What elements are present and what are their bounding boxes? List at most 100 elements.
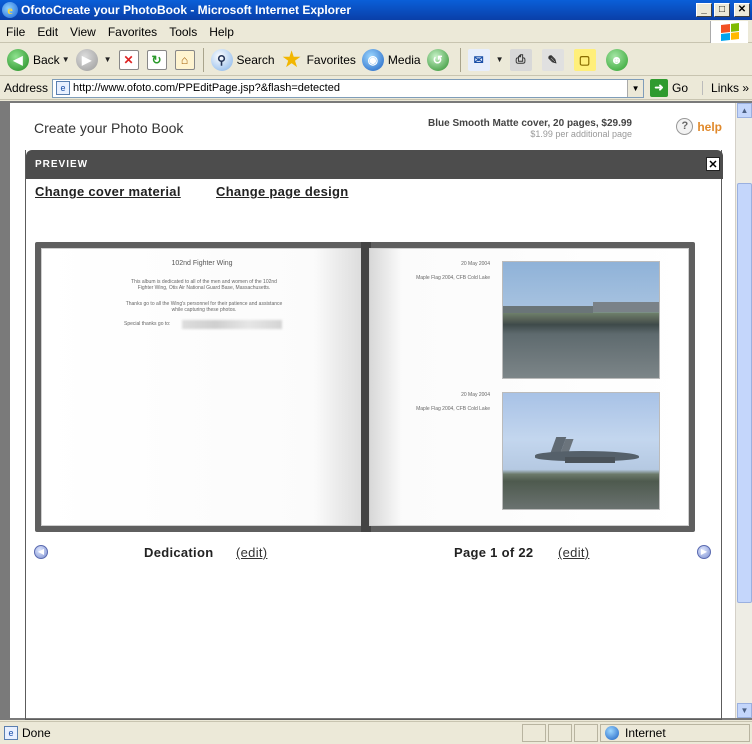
chevron-right-icon: » <box>742 81 750 95</box>
menu-bar: File Edit View Favorites Tools Help <box>0 21 752 43</box>
dedication-page[interactable]: 102nd Fighter Wing This album is dedicat… <box>41 248 363 526</box>
title-bar: e OfotoCreate your PhotoBook - Microsoft… <box>0 0 752 20</box>
back-icon: ◀ <box>7 48 29 71</box>
scroll-up-button[interactable]: ▲ <box>737 103 752 118</box>
chevron-down-icon[interactable]: ▼ <box>104 55 112 64</box>
page-title: Create your Photo Book <box>34 120 184 136</box>
home-button[interactable]: ⌂ <box>174 49 195 70</box>
menu-edit[interactable]: Edit <box>31 25 64 39</box>
left-page-caption: Dedication <box>144 545 214 560</box>
maximize-button[interactable]: □ <box>714 3 730 17</box>
address-input[interactable]: e http://www.ofoto.com/PPEditPage.jsp?&f… <box>52 78 645 98</box>
home-icon: ⌂ <box>180 52 189 67</box>
photo-page[interactable]: 20 May 2004 Maple Flag 2004, CFB Cold La… <box>369 248 689 526</box>
web-page: Create your Photo Book Blue Smooth Matte… <box>10 103 732 720</box>
photo-date: 20 May 2004 <box>461 261 490 267</box>
toolbar-separator <box>459 47 461 72</box>
change-page-design-link[interactable]: Change page design <box>216 184 349 199</box>
windows-logo-icon <box>710 21 748 43</box>
back-label: Back <box>33 52 60 67</box>
standard-toolbar: ◀ Back ▼ ▶ ▼ ✕ ↻ ⌂ ⚲ Search ★ Favorites … <box>0 44 752 76</box>
dedication-paragraph: Thanks go to all the Wing's personnel fo… <box>125 301 283 313</box>
status-cell <box>548 724 572 742</box>
history-button[interactable]: ↺ <box>424 46 456 74</box>
go-button[interactable]: ➜ Go <box>650 79 688 97</box>
photo-book-preview: 102nd Fighter Wing This album is dedicat… <box>35 242 695 532</box>
price-summary: Blue Smooth Matte cover, 20 pages, $29.9… <box>428 118 632 129</box>
help-link[interactable]: ? help <box>676 118 722 135</box>
status-cell <box>522 724 546 742</box>
chevron-down-icon[interactable]: ▼ <box>627 79 644 97</box>
menu-file[interactable]: File <box>0 25 31 39</box>
window-title: OfotoCreate your PhotoBook - Microsoft I… <box>21 3 352 17</box>
search-label: Search <box>236 52 275 67</box>
refresh-icon: ↻ <box>151 52 162 67</box>
media-label: Media <box>387 52 421 67</box>
edit-button[interactable]: ✎ <box>539 46 571 74</box>
chevron-down-icon[interactable]: ▼ <box>62 55 70 64</box>
go-arrow-icon: ➜ <box>650 79 669 97</box>
chevron-down-icon[interactable]: ▼ <box>496 55 504 64</box>
menu-favorites[interactable]: Favorites <box>102 25 163 39</box>
photo-caption: Maple Flag 2004, CFB Cold Lake <box>416 406 490 412</box>
address-label: Address <box>4 81 49 95</box>
stop-icon: ✕ <box>123 52 134 67</box>
address-url[interactable]: http://www.ofoto.com/PPEditPage.jsp?&fla… <box>73 82 627 94</box>
back-button[interactable]: ◀ Back ▼ <box>4 46 73 74</box>
help-label: help <box>697 119 722 134</box>
mail-icon: ✉ <box>467 48 490 71</box>
arrow-right-icon: ▶ <box>700 547 708 556</box>
forward-icon: ▶ <box>75 48 98 71</box>
discuss-button[interactable]: ▢ <box>571 46 603 74</box>
edit-right-page-link[interactable]: (edit) <box>558 545 589 560</box>
arrow-left-icon: ◀ <box>37 547 45 556</box>
history-icon: ↺ <box>426 48 449 71</box>
edit-left-page-link[interactable]: (edit) <box>236 545 267 560</box>
scroll-thumb[interactable] <box>737 183 752 603</box>
additional-page-price: $1.99 per additional page <box>530 129 632 139</box>
discuss-icon: ▢ <box>573 48 596 71</box>
page-icon: e <box>4 726 18 740</box>
preview-header-label: PREVIEW <box>35 159 89 170</box>
previous-page-button[interactable]: ◀ <box>34 545 48 559</box>
change-cover-material-link[interactable]: Change cover material <box>35 184 181 199</box>
favorites-star-icon: ★ <box>282 49 301 71</box>
ie-logo-icon: e <box>2 2 18 18</box>
media-button[interactable]: ◉ Media <box>359 46 424 74</box>
photo-date: 20 May 2004 <box>461 392 490 398</box>
hangar-shape <box>593 302 659 312</box>
search-icon: ⚲ <box>210 48 233 71</box>
dedication-title: 102nd Fighter Wing <box>171 260 233 267</box>
status-bar: e Done Internet <box>0 721 752 744</box>
preview-header: PREVIEW ✕ <box>26 150 723 179</box>
media-icon: ◉ <box>361 48 384 71</box>
vertical-scrollbar[interactable]: ▲ ▼ <box>735 103 752 718</box>
scroll-down-button[interactable]: ▼ <box>737 703 752 718</box>
mail-button[interactable]: ✉ ▼ <box>465 46 507 74</box>
minimize-button[interactable]: _ <box>696 3 712 17</box>
forward-button[interactable]: ▶ ▼ <box>73 46 115 74</box>
refresh-button[interactable]: ↻ <box>146 49 167 70</box>
close-window-button[interactable]: ✕ <box>734 3 750 17</box>
close-preview-button[interactable]: ✕ <box>706 157 720 171</box>
content-viewport: Create your Photo Book Blue Smooth Matte… <box>0 101 752 720</box>
search-button[interactable]: ⚲ Search <box>208 46 278 74</box>
messenger-button[interactable]: ☻ <box>603 46 635 74</box>
photo-airfield[interactable] <box>502 261 660 379</box>
photo-caption: Maple Flag 2004, CFB Cold Lake <box>416 275 490 281</box>
address-bar: Address e http://www.ofoto.com/PPEditPag… <box>0 77 752 100</box>
go-label: Go <box>672 81 689 95</box>
messenger-icon: ☻ <box>605 48 628 71</box>
dedication-paragraph: This album is dedicated to all of the me… <box>131 279 277 291</box>
toolbar-separator <box>202 47 204 72</box>
favorites-button[interactable]: ★ Favorites <box>278 46 359 74</box>
menu-help[interactable]: Help <box>203 25 240 39</box>
print-button[interactable]: ⎙ <box>507 46 539 74</box>
menu-tools[interactable]: Tools <box>163 25 203 39</box>
stop-button[interactable]: ✕ <box>118 49 139 70</box>
next-page-button[interactable]: ▶ <box>697 545 711 559</box>
photo-fighter-jet[interactable] <box>502 392 660 510</box>
links-button[interactable]: Links » <box>702 81 749 95</box>
hangar-shape <box>503 306 593 313</box>
menu-view[interactable]: View <box>64 25 102 39</box>
